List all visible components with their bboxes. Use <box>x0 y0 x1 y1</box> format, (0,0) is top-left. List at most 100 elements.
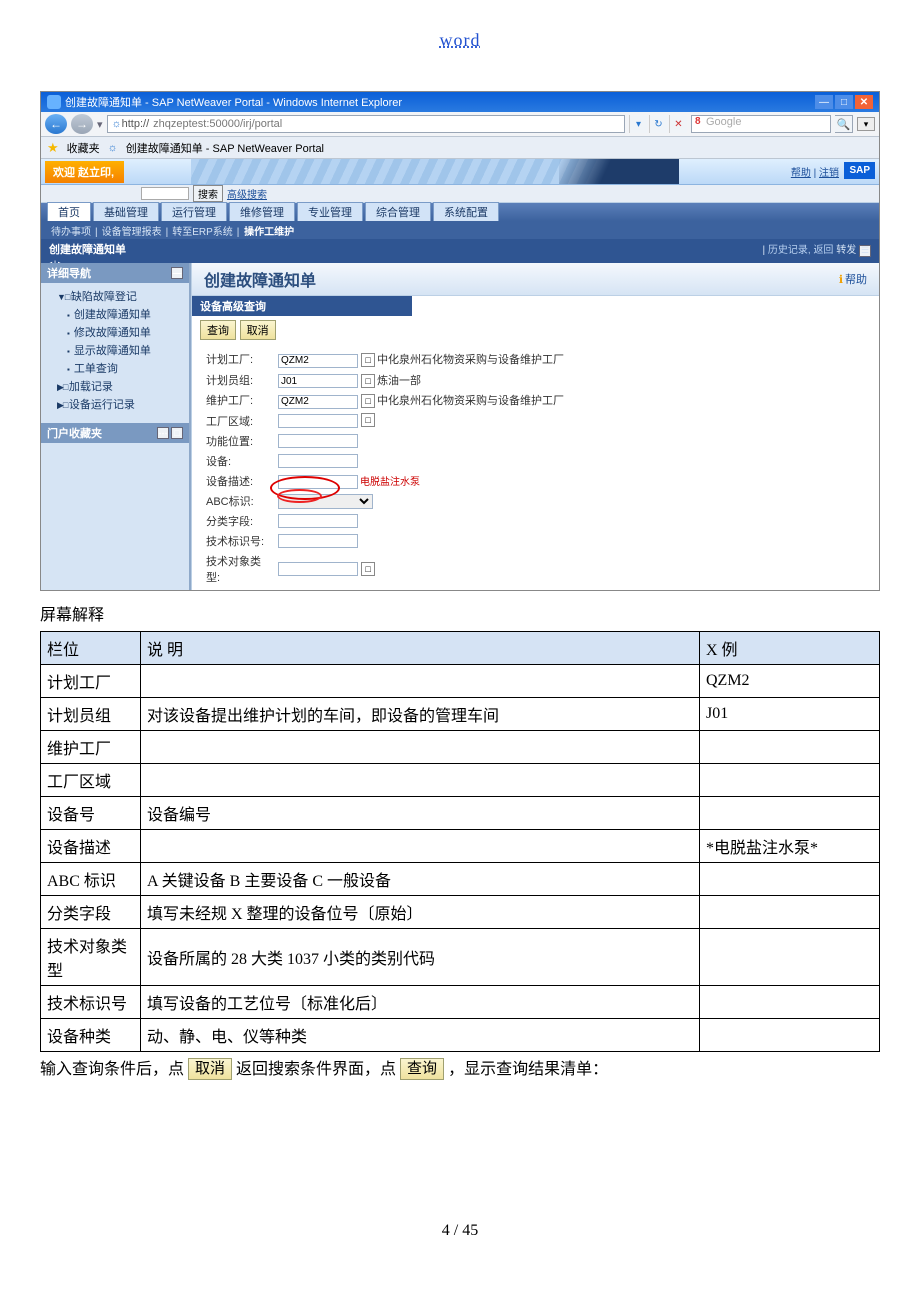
back-link[interactable]: 返回 <box>813 245 833 256</box>
collapse-nav-button[interactable]: — <box>171 267 183 279</box>
titlebar-menu-icon[interactable]: ☰ <box>859 245 871 257</box>
inline-cancel-button: 取消 <box>188 1058 232 1080</box>
sap-logo: SAP <box>844 162 875 179</box>
ie-favorites-bar: ★ 收藏夹 ☼ 创建故障通知单 - SAP NetWeaver Portal <box>41 137 879 159</box>
tree-item-1[interactable]: 修改故障通知单 <box>47 323 183 341</box>
form-desc-red-6: 电脱盐注水泵 <box>360 473 420 488</box>
table-cell <box>700 863 880 896</box>
table-cell <box>700 731 880 764</box>
content-title: 创建故障通知单 <box>49 241 126 257</box>
form-label-1: 计划员组: <box>202 371 272 390</box>
form-label-5: 设备: <box>202 452 272 470</box>
nav-tree: 缺陷故障登记 创建故障通知单修改故障通知单显示故障通知单工单查询 加载记录 设备… <box>41 283 189 417</box>
tree-item-3[interactable]: 工单查询 <box>47 359 183 377</box>
subnav-active[interactable]: 操作工维护 <box>244 227 294 238</box>
sap-top-tabs: 首页基础管理运行管理维修管理专业管理综合管理系统配置 <box>41 203 879 221</box>
dropdown-icon[interactable]: ▾ <box>97 118 103 131</box>
window-title: 创建故障通知单 - SAP NetWeaver Portal - Windows… <box>65 94 402 110</box>
address-bar[interactable]: ☼ http:// zhqzeptest:50000/irj/portal <box>107 115 625 133</box>
maximize-button[interactable]: □ <box>835 95 853 109</box>
search-box[interactable]: Google <box>691 115 831 133</box>
url-dropdown[interactable]: ▾ <box>629 115 647 133</box>
form-label-8: 分类字段: <box>202 512 272 530</box>
form-input-3[interactable] <box>278 414 358 428</box>
query-button[interactable]: 查询 <box>200 320 236 340</box>
logout-link[interactable]: 注销 <box>819 168 839 179</box>
search-go-button[interactable]: 🔍 <box>835 115 853 133</box>
main-tab-4[interactable]: 专业管理 <box>297 202 363 221</box>
subnav-item[interactable]: 转至ERP系统 <box>172 227 233 238</box>
minimize-button[interactable]: — <box>815 95 833 109</box>
table-cell: 动、静、电、仪等种类 <box>141 1019 700 1052</box>
word-link[interactable]: word <box>440 30 481 50</box>
star-icon[interactable]: ★ <box>47 140 59 156</box>
fav-action-1[interactable]: ⋯ <box>157 427 169 439</box>
subnav-item[interactable]: 设备管理报表 <box>102 227 162 238</box>
sap-header: 欢迎 赵立印, 帮助 | 注销 SAP <box>41 159 879 185</box>
table-cell <box>141 764 700 797</box>
cancel-button[interactable]: 取消 <box>240 320 276 340</box>
explanation-table: 栏位说 明X 例计划工厂QZM2计划员组对该设备提出维护计划的车间，即设备的管理… <box>40 631 880 1052</box>
main-tab-0[interactable]: 首页 <box>47 202 91 221</box>
tree-item-0[interactable]: 创建故障通知单 <box>47 305 183 323</box>
tab-title[interactable]: 创建故障通知单 - SAP NetWeaver Portal <box>126 140 324 156</box>
table-cell: 对该设备提出维护计划的车间，即设备的管理车间 <box>141 698 700 731</box>
fav-title-label: 门户收藏夹 <box>47 425 102 441</box>
form-input-0[interactable] <box>278 354 358 368</box>
form-input-1[interactable] <box>278 374 358 388</box>
portal-search-button[interactable]: 搜索 <box>193 185 223 202</box>
sap-subnav: 待办事项|设备管理报表|转至ERP系统| 操作工维护 <box>41 221 879 239</box>
form-input-10[interactable] <box>278 562 358 576</box>
main-help-link[interactable]: 帮助 <box>839 271 867 287</box>
tree-item-2[interactable]: 显示故障通知单 <box>47 341 183 359</box>
back-button[interactable]: ← <box>45 114 67 134</box>
table-cell: 设备号 <box>41 797 141 830</box>
help-link[interactable]: 帮助 <box>791 168 811 179</box>
form-input-8[interactable] <box>278 514 358 528</box>
form-select-7[interactable] <box>278 494 373 509</box>
history-link[interactable]: 历史记录, <box>768 245 811 256</box>
refresh-button[interactable]: ↻ <box>649 115 667 133</box>
table-cell: ABC 标识 <box>41 863 141 896</box>
header-stripes <box>191 159 679 184</box>
stop-button[interactable]: ✕ <box>669 115 687 133</box>
form-input-6[interactable] <box>278 475 358 489</box>
table-cell <box>141 731 700 764</box>
form-label-2: 维护工厂: <box>202 391 272 410</box>
ie-navbar: ← → ▾ ☼ http:// zhqzeptest:50000/irj/por… <box>41 112 879 137</box>
picker-button-1[interactable]: □ <box>361 374 375 388</box>
form-desc-2: 中化泉州石化物资采购与设备维护工厂 <box>377 392 564 408</box>
main-tab-3[interactable]: 维修管理 <box>229 202 295 221</box>
close-button[interactable]: ✕ <box>855 95 873 109</box>
form-select-11[interactable] <box>278 590 373 592</box>
table-cell <box>141 665 700 698</box>
subnav-item[interactable]: 待办事项 <box>51 227 91 238</box>
picker-button-2[interactable]: □ <box>361 394 375 408</box>
button-row: 查询 取消 <box>192 316 879 344</box>
form-input-5[interactable] <box>278 454 358 468</box>
tree-col-2[interactable]: 设备运行记录 <box>47 395 183 413</box>
tree-root[interactable]: 缺陷故障登记 <box>47 287 183 305</box>
fav-action-2[interactable]: □ <box>171 427 183 439</box>
form-label-9: 技术标识号: <box>202 532 272 550</box>
advanced-search-link[interactable]: 高级搜索 <box>227 186 267 201</box>
picker-button-0[interactable]: □ <box>361 353 375 367</box>
para-text-1: 输入查询条件后，点 <box>40 1061 184 1078</box>
form-input-9[interactable] <box>278 534 358 548</box>
main-tab-2[interactable]: 运行管理 <box>161 202 227 221</box>
form-label-4: 功能位置: <box>202 432 272 450</box>
table-cell: 设备所属的 28 大类 1037 小类的类别代码 <box>141 929 700 986</box>
forward-button[interactable]: → <box>71 114 93 134</box>
main-tab-1[interactable]: 基础管理 <box>93 202 159 221</box>
picker-button-3[interactable]: □ <box>361 413 375 427</box>
form-label-0: 计划工厂: <box>202 350 272 369</box>
form-label-7: ABC标识: <box>202 492 272 510</box>
main-tab-6[interactable]: 系统配置 <box>433 202 499 221</box>
picker-button-10[interactable]: □ <box>361 562 375 576</box>
form-input-4[interactable] <box>278 434 358 448</box>
main-tab-5[interactable]: 综合管理 <box>365 202 431 221</box>
form-input-2[interactable] <box>278 395 358 409</box>
search-dropdown[interactable]: ▾ <box>857 117 875 131</box>
portal-search-input[interactable] <box>141 187 189 200</box>
tree-col-1[interactable]: 加载记录 <box>47 377 183 395</box>
